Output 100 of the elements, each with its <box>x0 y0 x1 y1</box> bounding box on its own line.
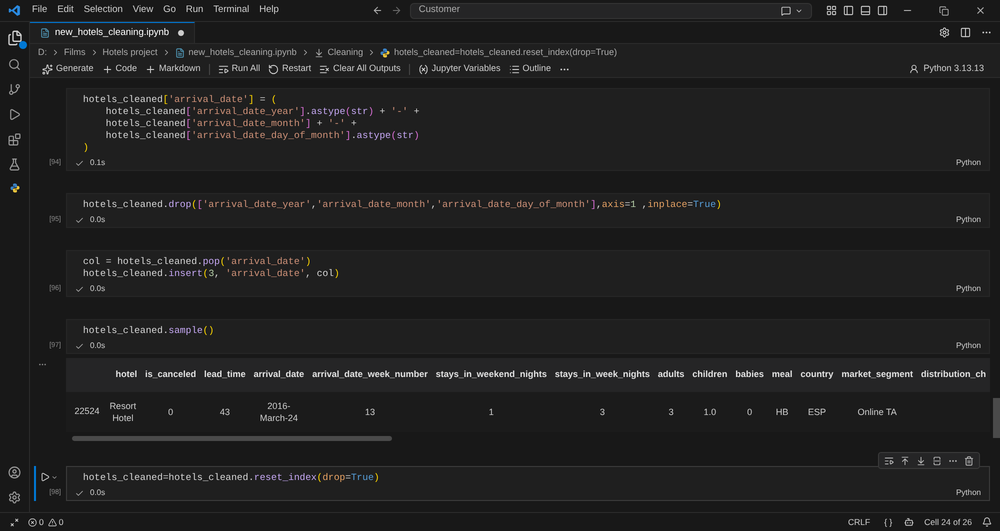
kernel-picker[interactable]: Python 3.13.13 <box>909 62 984 76</box>
forward-arrow-icon[interactable] <box>390 5 402 16</box>
toolbar-button[interactable]: Jupyter Variables <box>414 62 505 76</box>
table-cell-text: Online TA <box>856 406 898 418</box>
check-icon <box>75 216 84 224</box>
breadcrumb-item[interactable]: Films <box>64 46 86 60</box>
menu-item[interactable]: Run <box>180 3 208 18</box>
settings-icon[interactable] <box>8 491 21 504</box>
flask-icon[interactable] <box>8 158 21 171</box>
run-above-icon[interactable] <box>900 456 910 466</box>
account-icon[interactable] <box>8 466 21 479</box>
split-editor-icon[interactable] <box>960 27 971 38</box>
back-arrow-icon[interactable] <box>372 5 383 16</box>
menu-item[interactable]: Go <box>158 3 181 18</box>
table-cell-text: 3 <box>668 406 675 418</box>
cell-position[interactable]: Cell 24 of 26 <box>924 516 972 528</box>
command-center-field[interactable]: Customer <box>410 2 812 18</box>
source-control-icon[interactable] <box>8 83 21 96</box>
problems-indicator[interactable]: 0 0 <box>28 516 64 528</box>
code-line: ) <box>83 142 90 154</box>
menu-item[interactable]: Terminal <box>208 3 254 18</box>
layout-icon[interactable] <box>826 5 837 16</box>
row-index: 22524 <box>66 392 105 432</box>
cell-language[interactable]: Python <box>956 340 981 352</box>
app-logo-icon <box>8 4 21 17</box>
execution-time: 0.0s <box>90 487 106 499</box>
extensions-icon[interactable] <box>8 133 21 146</box>
explorer-icon[interactable] <box>6 30 22 46</box>
menu-item[interactable]: View <box>128 3 158 18</box>
restore-icon[interactable] <box>939 6 949 16</box>
run-by-line-icon[interactable] <box>884 456 894 466</box>
toolbar-button[interactable]: Restart <box>264 62 316 76</box>
toolbar-button[interactable]: Code <box>98 62 142 76</box>
column-header: distribution_ch <box>917 358 990 392</box>
copilot-icon[interactable] <box>904 517 914 527</box>
cell-language[interactable]: Python <box>956 283 981 295</box>
code-line: hotels_cleaned.insert(3, 'arrival_date', col) <box>83 268 341 280</box>
settings-icon[interactable] <box>939 27 950 38</box>
delete-icon[interactable] <box>964 456 974 466</box>
table-cell-text: HB <box>774 406 790 418</box>
menu-item[interactable]: Help <box>254 3 284 18</box>
table-cell-text: 3 <box>598 406 606 418</box>
column-header: meal <box>768 358 796 392</box>
table-cell-text: 1 <box>488 406 495 418</box>
column-header: stays_in_weekend_nights <box>432 358 551 392</box>
column-header: babies <box>731 358 768 392</box>
chevron-down-icon[interactable] <box>51 474 58 480</box>
cell-language[interactable]: Python <box>956 157 981 169</box>
logo-icon <box>380 48 390 58</box>
panel-left-icon[interactable] <box>843 5 854 16</box>
sparkle-icon <box>42 64 53 74</box>
code-line: hotels_cleaned['arrival_date_day_of_month'].astype(str) <box>104 130 420 142</box>
execution-time: 0.0s <box>90 340 106 352</box>
execution-time: 0.0s <box>90 283 106 295</box>
toolbar-button[interactable]: Clear All Outputs <box>315 62 405 76</box>
cell-language[interactable]: Python <box>956 487 981 499</box>
menu-item[interactable]: Edit <box>52 3 79 18</box>
chevron-right-icon <box>51 48 60 57</box>
close-icon[interactable] <box>975 5 986 16</box>
run-debug-icon[interactable] <box>8 108 21 121</box>
search-icon[interactable] <box>8 58 21 71</box>
column-header: adults <box>654 358 688 392</box>
table-cell-text: 43 <box>218 406 231 418</box>
column-header: arrival_date_week_number <box>308 358 432 392</box>
table-cell-text: 13 <box>364 406 376 418</box>
chat-icon[interactable] <box>780 6 791 16</box>
editor-tab[interactable]: new_hotels_cleaning.ipynb <box>30 22 196 43</box>
breadcrumb-item[interactable]: Cleaning <box>328 46 364 60</box>
breadcrumb-item[interactable]: new_hotels_cleaning.ipynb <box>188 46 297 60</box>
language-mode[interactable]: { } <box>884 516 892 528</box>
check-icon <box>75 488 84 498</box>
table-cell-text: 0 <box>746 406 754 418</box>
notifications-icon[interactable] <box>982 517 992 527</box>
line-ending[interactable]: CRLF <box>848 516 870 528</box>
breadcrumb-item[interactable]: D: <box>38 46 47 60</box>
column-header: market_segment <box>837 358 917 392</box>
kernel-icon <box>909 64 920 74</box>
run-below-icon[interactable] <box>916 456 926 466</box>
panel-right-icon[interactable] <box>877 5 888 16</box>
menu-item[interactable]: Selection <box>78 3 128 18</box>
toolbar-button[interactable]: Outline <box>504 62 556 76</box>
notification-badge <box>18 41 26 49</box>
toolbar-button[interactable]: Generate <box>38 62 98 76</box>
restart-icon <box>268 64 280 74</box>
menu-item[interactable]: File <box>27 3 52 18</box>
cell-language[interactable]: Python <box>956 214 981 226</box>
plus-icon <box>145 64 156 74</box>
vertical-scrollbar[interactable] <box>993 398 1000 438</box>
breadcrumb-item[interactable]: hotels_cleaned=hotels_cleaned.reset_index(drop=True) <box>394 46 617 60</box>
toolbar-button[interactable]: Markdown <box>141 62 205 76</box>
split-cell-icon[interactable] <box>932 456 942 466</box>
breadcrumb-item[interactable]: Hotels project <box>102 46 158 60</box>
horizontal-scrollbar[interactable] <box>72 436 392 440</box>
table-cell-text: 2016-March-24 <box>258 400 299 424</box>
column-header: is_canceled <box>141 358 200 392</box>
table-cell-text: 1.0 <box>702 406 718 418</box>
panel-bottom-icon[interactable] <box>860 5 871 16</box>
toolbar-button[interactable]: Run All <box>214 62 264 76</box>
run-cell-icon[interactable] <box>40 472 50 482</box>
code-line: hotels_cleaned['arrival_date_year'].astype(str) + '-' + <box>104 106 420 118</box>
